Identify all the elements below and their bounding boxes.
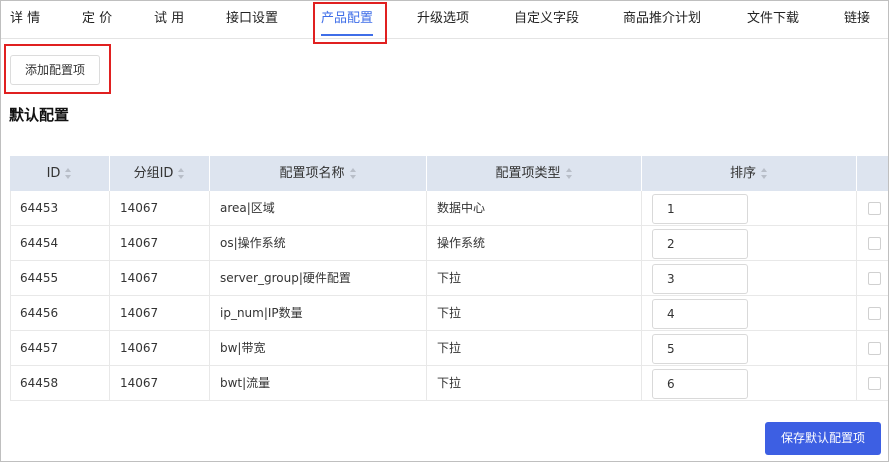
tab-trial[interactable]: 试 用	[154, 1, 184, 39]
sort-icon[interactable]	[349, 168, 357, 179]
cell-name: bw|带宽	[210, 331, 427, 366]
cell-type: 操作系统	[427, 226, 642, 261]
cell-type: 下拉	[427, 261, 642, 296]
cell-group-id: 14067	[110, 366, 210, 401]
cell-name: ip_num|IP数量	[210, 296, 427, 331]
cell-name: bwt|流量	[210, 366, 427, 401]
cell-name: area|区域	[210, 191, 427, 226]
row-checkbox[interactable]	[868, 202, 881, 215]
cell-id: 64455	[10, 261, 110, 296]
cell-select	[857, 296, 888, 331]
row-checkbox[interactable]	[868, 307, 881, 320]
cell-select	[857, 191, 888, 226]
tab-details[interactable]: 详 情	[10, 1, 40, 39]
section-title: 默认配置	[9, 106, 70, 124]
cell-type: 下拉	[427, 296, 642, 331]
order-input[interactable]: 5	[652, 334, 748, 364]
cell-group-id: 14067	[110, 226, 210, 261]
sort-icon[interactable]	[565, 168, 573, 179]
table-row: 64453 14067 area|区域 数据中心 1	[10, 191, 888, 226]
cell-id: 64457	[10, 331, 110, 366]
cell-name: server_group|硬件配置	[210, 261, 427, 296]
column-header-group-id[interactable]: 分组ID	[110, 156, 210, 191]
table-row: 64456 14067 ip_num|IP数量 下拉 4	[10, 296, 888, 331]
table-header: ID 分组ID 配置项名称 配置项类型 排序	[10, 156, 888, 191]
cell-group-id: 14067	[110, 191, 210, 226]
page-frame: 详 情 定 价 试 用 接口设置 产品配置 升级选项 自定义字段 商品推介计划 …	[0, 0, 889, 462]
tab-referral-plan[interactable]: 商品推介计划	[623, 1, 701, 39]
cell-id: 64453	[10, 191, 110, 226]
table-row: 64457 14067 bw|带宽 下拉 5	[10, 331, 888, 366]
column-header-name[interactable]: 配置项名称	[210, 156, 427, 191]
cell-group-id: 14067	[110, 296, 210, 331]
cell-id: 64456	[10, 296, 110, 331]
cell-order: 6	[642, 366, 857, 401]
table-row: 64455 14067 server_group|硬件配置 下拉 3	[10, 261, 888, 296]
row-checkbox[interactable]	[868, 272, 881, 285]
row-checkbox[interactable]	[868, 377, 881, 390]
cell-type: 数据中心	[427, 191, 642, 226]
sort-icon[interactable]	[65, 168, 72, 179]
cell-type: 下拉	[427, 331, 642, 366]
column-header-type[interactable]: 配置项类型	[427, 156, 642, 191]
tab-product-config[interactable]: 产品配置	[321, 1, 374, 39]
tab-api-settings[interactable]: 接口设置	[226, 1, 278, 39]
tab-links[interactable]: 链接	[844, 1, 870, 39]
table-row: 64458 14067 bwt|流量 下拉 6	[10, 366, 888, 401]
order-input[interactable]: 2	[652, 229, 748, 259]
tab-upgrade-options[interactable]: 升级选项	[417, 1, 469, 39]
column-header-order[interactable]: 排序	[642, 156, 857, 191]
cell-order: 5	[642, 331, 857, 366]
cell-id: 64454	[10, 226, 110, 261]
cell-group-id: 14067	[110, 261, 210, 296]
cell-order: 4	[642, 296, 857, 331]
add-config-item-button[interactable]: 添加配置项	[10, 55, 100, 85]
cell-name: os|操作系统	[210, 226, 427, 261]
cell-select	[857, 261, 888, 296]
save-default-config-button[interactable]: 保存默认配置项	[765, 422, 881, 455]
cell-id: 64458	[10, 366, 110, 401]
sort-icon[interactable]	[761, 168, 768, 179]
tab-custom-fields[interactable]: 自定义字段	[514, 1, 579, 39]
row-checkbox[interactable]	[868, 237, 881, 250]
cell-select	[857, 226, 888, 261]
tab-pricing[interactable]: 定 价	[82, 1, 112, 39]
cell-select	[857, 366, 888, 401]
column-header-select	[857, 156, 888, 191]
row-checkbox[interactable]	[868, 342, 881, 355]
order-input[interactable]: 4	[652, 299, 748, 329]
order-input[interactable]: 3	[652, 264, 748, 294]
sort-icon[interactable]	[178, 168, 185, 179]
cell-type: 下拉	[427, 366, 642, 401]
cell-order: 2	[642, 226, 857, 261]
cell-select	[857, 331, 888, 366]
cell-group-id: 14067	[110, 331, 210, 366]
tab-file-download[interactable]: 文件下载	[747, 1, 799, 39]
order-input[interactable]: 6	[652, 369, 748, 399]
order-input[interactable]: 1	[652, 194, 748, 224]
tab-bar: 详 情 定 价 试 用 接口设置 产品配置 升级选项 自定义字段 商品推介计划 …	[1, 1, 888, 39]
cell-order: 3	[642, 261, 857, 296]
column-header-id[interactable]: ID	[10, 156, 110, 191]
cell-order: 1	[642, 191, 857, 226]
table-row: 64454 14067 os|操作系统 操作系统 2	[10, 226, 888, 261]
active-tab-underline	[321, 34, 374, 36]
